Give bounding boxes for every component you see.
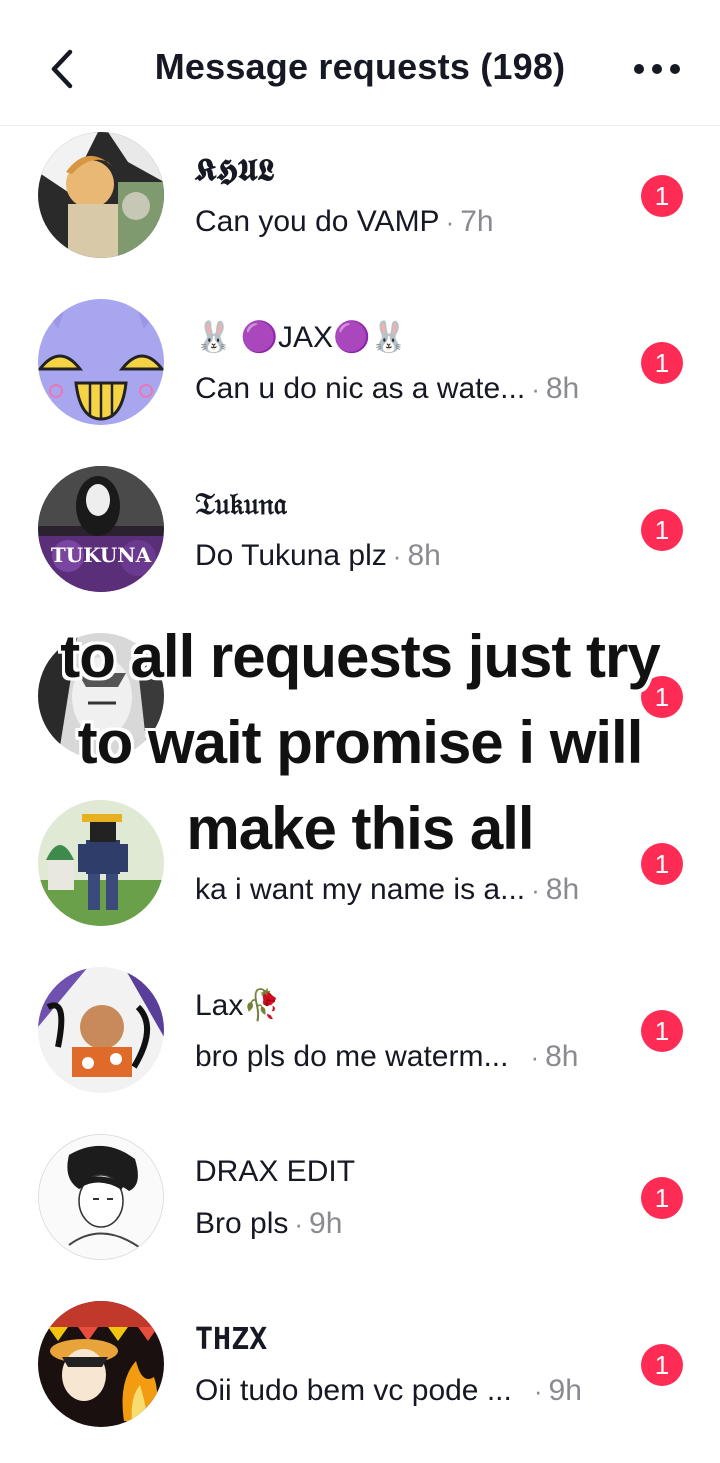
unread-badge: 1 — [641, 342, 683, 384]
sender-name: 𝔗𝔲𝔨𝔲𝔫𝔞 — [195, 487, 287, 522]
more-options-button[interactable] — [630, 56, 686, 82]
message-preview: bro pls do me waterm... — [195, 1040, 509, 1073]
svg-text:TUKUNA: TUKUNA — [51, 543, 152, 567]
message-preview-line: ka i want my name is a... · 8h — [195, 873, 579, 907]
unread-badge: 1 — [641, 509, 683, 551]
timestamp: 9h — [548, 1374, 582, 1407]
timestamp: 7h — [460, 205, 494, 238]
list-item[interactable]: Lax🥀 bro pls do me waterm... · 8h 1 — [0, 962, 720, 1129]
more-dots-icon — [634, 64, 680, 74]
caption-line: make this all — [186, 795, 534, 862]
timestamp: 8h — [545, 873, 580, 906]
message-preview-line: Oii tudo bem vc pode ... · 9h — [195, 1374, 582, 1408]
separator-dot: · — [531, 374, 540, 404]
message-preview-line: Do Tukuna plz · 8h — [195, 539, 441, 573]
list-item[interactable]: DRAX EDIT Bro pls · 9h 1 — [0, 1129, 720, 1296]
message-preview-line: Can you do VAMP · 7h — [195, 205, 494, 239]
timestamp: 8h — [545, 1040, 579, 1073]
separator-dot: · — [392, 541, 402, 571]
message-preview: Oii tudo bem vc pode ... — [195, 1374, 512, 1407]
separator-dot: · — [533, 1376, 543, 1406]
message-preview: Can you do VAMP — [195, 205, 440, 238]
unread-badge: 1 — [641, 1177, 683, 1219]
timestamp: 8h — [407, 539, 441, 572]
timestamp: 9h — [309, 1207, 343, 1240]
unread-badge: 1 — [641, 1010, 683, 1052]
caption-overlay: to all requests just try to wait promise… — [0, 614, 720, 872]
separator-dot: · — [294, 1209, 304, 1239]
unread-badge: 1 — [641, 175, 683, 217]
separator-dot: · — [531, 875, 540, 905]
top-bar: Message requests (198) — [0, 0, 720, 126]
jax-face-avatar[interactable] — [38, 299, 164, 425]
caption-line: to all requests just try — [60, 623, 661, 690]
message-preview: Can u do nic as a wate... — [195, 372, 526, 405]
sender-name: 🐰 🟣JAX🟣🐰 — [195, 321, 408, 354]
anime-portrait-avatar[interactable] — [38, 132, 164, 258]
page-title: Message requests (198) — [154, 46, 566, 87]
timestamp: 8h — [545, 372, 580, 405]
separator-dot: · — [445, 207, 455, 237]
sender-name: Lax🥀 — [195, 989, 281, 1022]
message-preview-line: Can u do nic as a wate... · 8h — [195, 372, 579, 406]
message-preview: ka i want my name is a... — [195, 873, 526, 906]
sender-name: 𝕶𝕳𝖀𝕷 — [195, 153, 275, 188]
separator-dot: · — [530, 1042, 540, 1072]
list-item[interactable]: 🐰 🟣JAX🟣🐰 Can u do nic as a wate... · 8h 1 — [0, 294, 720, 461]
message-preview-line: bro pls do me waterm... · 8h — [195, 1040, 579, 1074]
list-item[interactable]: THZX Oii tudo bem vc pode ... · 9h 1 — [0, 1296, 720, 1463]
list-item[interactable]: TUKUNA 𝔗𝔲𝔨𝔲𝔫𝔞 Do Tukuna plz · 8h 1 — [0, 461, 720, 628]
message-preview: Do Tukuna plz — [195, 539, 387, 572]
caption-line: to wait promise i will — [77, 709, 644, 776]
collage-avatar[interactable] — [38, 967, 164, 1093]
sender-name: DRAX EDIT — [195, 1155, 356, 1188]
sketch-portrait-avatar[interactable] — [38, 1134, 164, 1260]
sender-name: THZX — [195, 1322, 268, 1357]
list-item[interactable]: 𝕶𝕳𝖀𝕷 Can you do VAMP · 7h 1 — [0, 127, 720, 294]
tukuna-avatar[interactable]: TUKUNA — [38, 466, 164, 592]
unread-badge: 1 — [641, 1344, 683, 1386]
message-preview: Bro pls — [195, 1207, 289, 1240]
bonfire-anime-avatar[interactable] — [38, 1301, 164, 1427]
message-preview-line: Bro pls · 9h — [195, 1207, 342, 1241]
